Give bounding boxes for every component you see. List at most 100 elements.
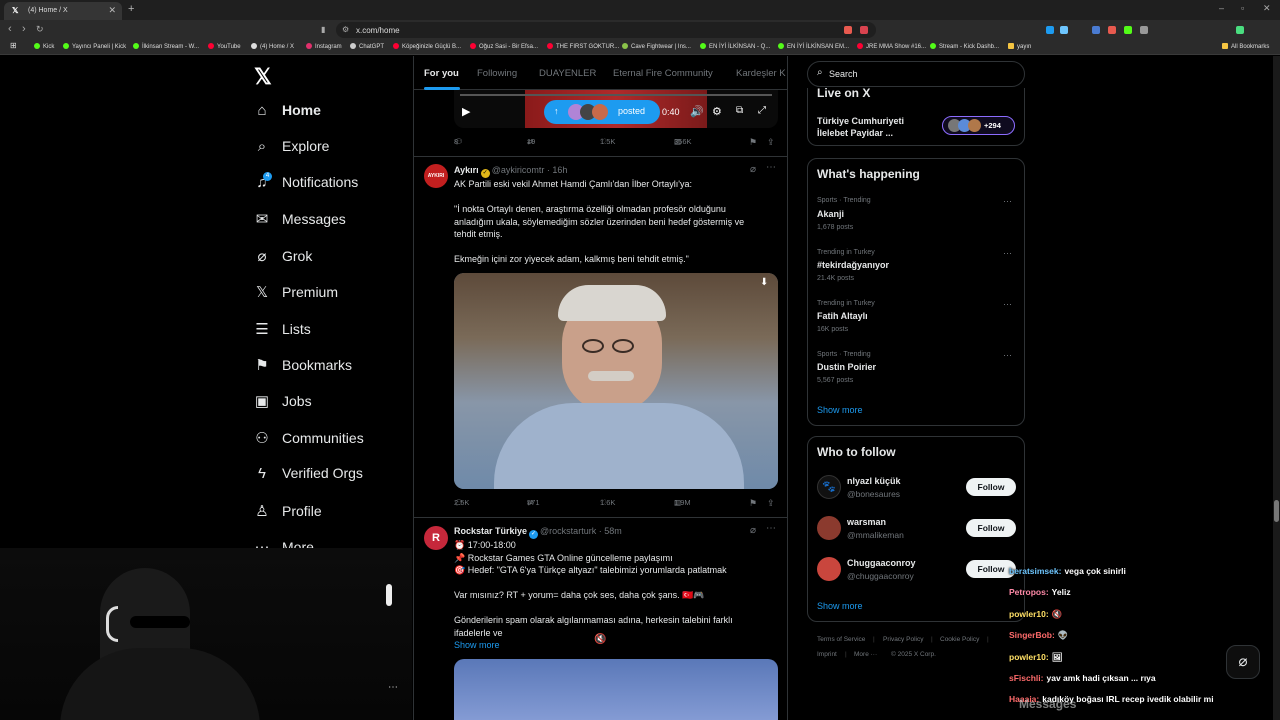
volume-icon[interactable]: 🔊 <box>690 105 704 118</box>
trend-name[interactable]: Akanji <box>817 209 844 219</box>
nav-profile[interactable]: ♙ Profile <box>254 502 321 526</box>
trend-name[interactable]: #tekirdağyanıyor <box>817 260 889 270</box>
bookmark-item[interactable]: Instagram <box>306 43 342 50</box>
bookmark-tweet-icon[interactable]: ⚑ <box>749 137 757 148</box>
trend-name[interactable]: Dustin Poirier <box>817 362 876 372</box>
trend-more-icon[interactable]: ⋯ <box>1003 299 1012 310</box>
avatar[interactable] <box>817 516 841 540</box>
forward-icon[interactable]: › <box>22 23 26 35</box>
bookmark-item[interactable]: ChatGPT <box>350 43 384 50</box>
author-handle[interactable]: @rockstarturk <box>540 526 596 536</box>
bookmark-item[interactable]: EN İYİ İLKİNSAN EM... <box>778 43 849 50</box>
suggested-user-name[interactable]: Chuggaaconroy <box>847 558 916 568</box>
extension-icon[interactable] <box>860 26 868 34</box>
tweet-image[interactable] <box>454 659 778 720</box>
grok-icon[interactable]: ⌀ <box>750 525 756 536</box>
new-posts-pill[interactable]: ↑ posted <box>544 100 660 124</box>
more-options-icon[interactable]: ⋯ <box>766 523 776 534</box>
tweet-time[interactable]: · 58m <box>599 526 622 536</box>
minimize-icon[interactable]: – <box>1219 3 1224 13</box>
footer-more-link[interactable]: More ··· <box>854 651 877 658</box>
trend-more-icon[interactable]: ⋯ <box>1003 350 1012 361</box>
footer-imprint-link[interactable]: Imprint <box>817 651 837 658</box>
share-icon[interactable]: ⇪ <box>767 137 775 148</box>
tab-eternal-fire[interactable]: Eternal Fire Community <box>613 68 713 79</box>
settings-icon[interactable]: ⚙ <box>712 105 722 118</box>
bookmark-item[interactable]: Kick <box>34 43 54 50</box>
bookmark-item[interactable]: Yayıncı Paneli | Kick <box>63 43 126 50</box>
nav-bookmarks[interactable]: ⚑ Bookmarks <box>254 356 352 380</box>
live-item[interactable]: Türkiye Cumhuriyeti İlelebet Payidar ... <box>817 115 937 139</box>
video-progress-track[interactable] <box>460 94 772 96</box>
share-icon[interactable]: ⇪ <box>767 498 775 509</box>
back-icon[interactable]: ‹ <box>8 23 12 35</box>
nav-lists[interactable]: ☰ Lists <box>254 320 311 344</box>
extension-icon[interactable] <box>1060 26 1068 34</box>
extension-icon[interactable] <box>1108 26 1116 34</box>
follow-button[interactable]: Follow <box>966 478 1016 496</box>
extension-icon[interactable] <box>844 26 852 34</box>
site-info-icon[interactable]: ⚙ <box>342 25 349 34</box>
tab-for-you[interactable]: For you <box>424 68 459 79</box>
avatar[interactable]: 🐾 <box>817 475 841 499</box>
avatar[interactable] <box>817 557 841 581</box>
close-window-icon[interactable]: ✕ <box>1263 3 1271 14</box>
download-icon[interactable]: ⬇ <box>760 277 768 288</box>
fullscreen-icon[interactable]: ⤢ <box>758 105 766 116</box>
show-more-link[interactable]: Show more <box>454 639 784 652</box>
nav-verified-orgs[interactable]: ϟ Verified Orgs <box>254 465 363 489</box>
author-name[interactable]: Rockstar Türkiye <box>454 526 527 536</box>
reload-icon[interactable]: ↻ <box>36 24 44 35</box>
suggested-user-name[interactable]: warsman <box>847 517 886 527</box>
footer-cookie-link[interactable]: Cookie Policy <box>940 636 979 643</box>
nav-premium[interactable]: 𝕏 Premium <box>254 283 338 307</box>
apps-icon[interactable]: ⊞ <box>10 41 17 50</box>
extension-icon[interactable] <box>1092 26 1100 34</box>
trend-name[interactable]: Fatih Altaylı <box>817 311 868 321</box>
author-name[interactable]: Aykırı <box>454 165 479 175</box>
tab-duayenler[interactable]: DUAYENLER <box>539 68 596 79</box>
author-handle[interactable]: @aykiricomtr <box>492 165 545 175</box>
footer-privacy-link[interactable]: Privacy Policy <box>883 636 923 643</box>
tab-following[interactable]: Following <box>477 68 517 79</box>
bookmark-item[interactable]: (4) Home / X <box>251 43 294 50</box>
bookmark-item[interactable]: yayın <box>1008 43 1031 50</box>
profile-icon[interactable] <box>1236 26 1244 34</box>
search-input[interactable]: ⌕ Search <box>807 61 1025 87</box>
scrollbar-thumb[interactable] <box>1274 500 1279 522</box>
browser-tab[interactable]: 𝕏 (4) Home / X ✕ <box>4 2 122 20</box>
tweet-time[interactable]: · 16h <box>547 165 568 175</box>
bookmark-tweet-icon[interactable]: ⚑ <box>749 498 757 509</box>
bookmark-item[interactable]: JRE MMA Show #16... <box>857 43 926 50</box>
bookmark-item[interactable]: Köpeğinizle Güçlü B... <box>393 43 461 50</box>
more-options-icon[interactable]: ⋯ <box>388 682 398 693</box>
trend-more-icon[interactable]: ⋯ <box>1003 248 1012 259</box>
trend-more-icon[interactable]: ⋯ <box>1003 196 1012 207</box>
bookmark-item[interactable]: YouTube <box>208 43 241 50</box>
more-options-icon[interactable]: ⋯ <box>766 162 776 173</box>
live-listeners-pill[interactable]: +294 <box>942 116 1015 135</box>
page-scrollbar[interactable] <box>1273 56 1280 720</box>
all-bookmarks[interactable]: All Bookmarks <box>1222 43 1269 50</box>
video-player[interactable]: ▶ ↑ posted 0:40 🔊 ⚙ ⧉ ⤢ <box>454 90 778 128</box>
suggested-user-name[interactable]: nlyazl küçük <box>847 476 901 486</box>
close-tab-icon[interactable]: ✕ <box>108 5 116 16</box>
bookmark-item[interactable]: İlkinsan Stream - W... <box>133 43 199 50</box>
tab-kardesler[interactable]: Kardeşler K <box>736 68 786 79</box>
grok-icon[interactable]: ⌀ <box>750 164 756 175</box>
url-field[interactable]: ⚙ x.com/home <box>336 22 876 38</box>
x-logo-icon[interactable]: 𝕏 <box>254 64 272 90</box>
nav-communities[interactable]: ⚇ Communities <box>254 429 363 453</box>
pip-icon[interactable]: ⧉ <box>736 105 743 116</box>
show-more-follow-link[interactable]: Show more <box>817 601 863 611</box>
nav-home[interactable]: ⌂ Home <box>254 102 320 126</box>
extension-icon[interactable] <box>1124 26 1132 34</box>
avatar[interactable]: AYKIRI <box>424 164 448 188</box>
new-tab-icon[interactable]: + <box>128 3 134 15</box>
maximize-icon[interactable]: ▫ <box>1241 3 1244 13</box>
footer-terms-link[interactable]: Terms of Service <box>817 636 865 643</box>
messages-drawer-title[interactable]: Messages <box>1019 697 1076 711</box>
tweet-image[interactable]: ⬇ <box>454 273 778 489</box>
avatar[interactable]: R <box>424 526 448 550</box>
nav-grok[interactable]: ⌀ Grok <box>254 247 312 271</box>
